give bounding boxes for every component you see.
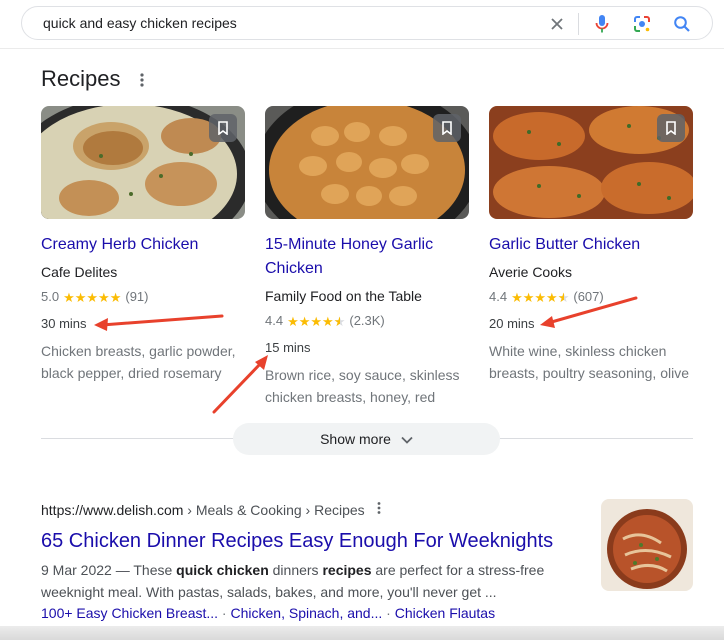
breadcrumb[interactable]: https://www.delish.com › Meals & Cooking…	[41, 500, 601, 520]
rating-value: 5.0	[41, 289, 60, 304]
recipe-rating: 5.0 ★ ★ ★ ★ ★ (91)	[41, 287, 148, 307]
sitelink[interactable]: Chicken Flautas	[395, 605, 495, 621]
recipe-image-creamy-herb-chicken[interactable]	[41, 106, 245, 219]
cook-time: 20 mins	[489, 316, 535, 331]
header-divider	[0, 48, 724, 49]
sitelink-separator: ·	[382, 605, 395, 621]
recipe-card[interactable]: 15-Minute Honey Garlic Chicken Family Fo…	[265, 106, 475, 405]
recipe-source: Averie Cooks	[489, 264, 573, 280]
more-vert-icon[interactable]	[375, 500, 383, 520]
result-url[interactable]: https://www.delish.com	[41, 502, 183, 518]
cook-time: 15 mins	[265, 340, 311, 355]
recipe-title[interactable]: Creamy Herb Chicken	[41, 233, 251, 257]
snippet-text: dinners	[268, 562, 323, 578]
bookmark-icon[interactable]	[433, 114, 461, 142]
sitelinks: 100+ Easy Chicken Breast... · Chicken, S…	[41, 603, 601, 623]
search-result: https://www.delish.com › Meals & Cooking…	[41, 500, 601, 623]
show-more-label: Show more	[320, 431, 391, 447]
result-snippet: 9 Mar 2022 — These quick chicken dinners…	[41, 559, 601, 603]
recipe-title[interactable]: Garlic Butter Chicken	[489, 233, 699, 257]
search-icon[interactable]	[671, 13, 693, 35]
rating-value: 4.4	[489, 289, 508, 304]
snippet-highlight: recipes	[322, 562, 372, 578]
lens-icon[interactable]	[631, 13, 653, 35]
review-count: (91)	[125, 289, 149, 304]
recipe-ingredients: White wine, skinless chicken breasts, po…	[489, 343, 689, 381]
annotation-arrowhead	[94, 318, 108, 331]
result-path: › Meals & Cooking › Recipes	[187, 502, 365, 518]
star-rating-icon: ★ ★ ★ ★ ★	[63, 289, 122, 305]
recipe-image-honey-garlic-chicken[interactable]	[265, 106, 469, 219]
searchbar-divider	[578, 13, 579, 35]
annotation-arrow	[100, 314, 224, 327]
snippet-highlight: quick chicken	[176, 562, 269, 578]
recipe-rating: 4.4 ★★★★★ (2.3K)	[265, 311, 385, 331]
cook-time: 30 mins	[41, 316, 87, 331]
search-input[interactable]: quick and easy chicken recipes	[43, 15, 237, 31]
mic-icon[interactable]	[591, 13, 613, 35]
recipe-image-garlic-butter-chicken[interactable]	[489, 106, 693, 219]
sitelink[interactable]: Chicken, Spinach, and...	[231, 605, 383, 621]
more-vert-icon[interactable]	[136, 70, 148, 90]
recipe-ingredients: Chicken breasts, garlic powder, black pe…	[41, 343, 236, 381]
chevron-down-icon	[401, 431, 413, 447]
recipe-rating: 4.4 ★★★★★ (607)	[489, 287, 604, 307]
rating-value: 4.4	[265, 313, 284, 328]
sitelink[interactable]: 100+ Easy Chicken Breast...	[41, 605, 218, 621]
recipe-title[interactable]: 15-Minute Honey Garlic Chicken	[265, 233, 475, 281]
recipe-card[interactable]: Garlic Butter Chicken Averie Cooks 4.4 ★…	[489, 106, 699, 381]
result-date: 9 Mar 2022	[41, 562, 112, 578]
recipe-card[interactable]: Creamy Herb Chicken Cafe Delites 5.0 ★ ★ ★…	[41, 106, 251, 381]
clear-icon[interactable]	[546, 13, 568, 35]
recipes-heading: Recipes	[41, 66, 121, 91]
result-thumbnail[interactable]	[601, 499, 693, 591]
review-count: (2.3K)	[349, 313, 385, 328]
annotation-arrowhead	[540, 316, 555, 328]
review-count: (607)	[573, 289, 604, 304]
show-more-button[interactable]: Show more	[233, 423, 500, 455]
star-rating-icon: ★ ★ ★ ★ ★	[511, 291, 569, 304]
star-rating-icon: ★ ★ ★ ★ ★	[287, 315, 345, 328]
recipe-source: Cafe Delites	[41, 264, 118, 280]
bookmark-icon[interactable]	[657, 114, 685, 142]
search-box[interactable]: quick and easy chicken recipes	[21, 6, 713, 40]
bottom-edge	[0, 626, 724, 640]
result-title[interactable]: 65 Chicken Dinner Recipes Easy Enough Fo…	[41, 529, 601, 553]
sitelink-separator: ·	[218, 605, 231, 621]
bookmark-icon[interactable]	[209, 114, 237, 142]
snippet-text: — These	[111, 562, 177, 578]
recipe-source: Family Food on the Table	[265, 288, 422, 304]
recipe-ingredients: Brown rice, soy sauce, skinless chicken …	[265, 367, 460, 405]
